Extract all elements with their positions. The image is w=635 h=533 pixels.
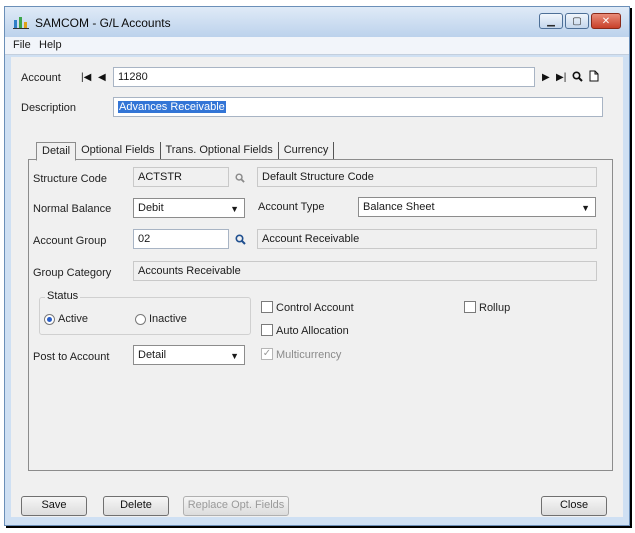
chevron-down-icon: ▼: [230, 351, 239, 361]
menu-help[interactable]: Help: [39, 39, 62, 51]
auto-allocation-label: Auto Allocation: [276, 325, 349, 337]
group-category-label: Group Category: [33, 267, 112, 279]
first-record-icon[interactable]: |◀: [81, 72, 91, 83]
control-account-checkbox[interactable]: [261, 301, 273, 313]
description-input[interactable]: Advances Receivable: [113, 97, 603, 117]
description-label: Description: [21, 102, 77, 114]
structure-code-field: ACTSTR: [133, 167, 229, 187]
new-document-icon[interactable]: [589, 70, 599, 82]
app-icon: [13, 17, 29, 29]
menu-file[interactable]: File: [13, 39, 31, 51]
rollup-label: Rollup: [479, 302, 511, 314]
normal-balance-value: Debit: [138, 202, 164, 214]
close-button[interactable]: Close: [541, 496, 607, 516]
status-active-label: Active: [58, 313, 88, 325]
structure-code-label: Structure Code: [33, 173, 107, 185]
form-content: Account |◀ ◀ 11280 ▶ ▶| Description Adva…: [11, 57, 623, 517]
window-title: SAMCOM - G/L Accounts: [35, 16, 171, 30]
account-group-input[interactable]: 02: [133, 229, 229, 249]
close-window-icon[interactable]: ✕: [591, 13, 621, 29]
status-group-title: Status: [45, 290, 81, 302]
tab-optional-fields[interactable]: Optional Fields: [76, 142, 161, 160]
control-account-label: Control Account: [276, 302, 354, 314]
previous-record-icon[interactable]: ◀: [98, 72, 106, 83]
last-record-icon[interactable]: ▶|: [556, 72, 566, 83]
account-type-label: Account Type: [258, 201, 325, 213]
account-label: Account: [21, 72, 61, 84]
account-group-label: Account Group: [33, 235, 107, 247]
menu-bar: File Help: [5, 37, 629, 55]
multicurrency-label: Multicurrency: [276, 349, 342, 361]
gl-accounts-window: SAMCOM - G/L Accounts ▁ ▢ ✕ File Help Ac…: [4, 6, 630, 526]
normal-balance-label: Normal Balance: [33, 203, 112, 215]
account-group-description: Account Receivable: [257, 229, 597, 249]
status-active-radio[interactable]: [44, 314, 55, 325]
structure-code-finder-icon: [235, 173, 245, 183]
tab-strip: Detail Optional Fields Trans. Optional F…: [36, 142, 335, 161]
account-input[interactable]: 11280: [113, 67, 535, 87]
description-selected-text: Advances Receivable: [118, 101, 226, 113]
post-to-account-value: Detail: [138, 349, 167, 361]
chevron-down-icon: ▼: [230, 204, 239, 214]
title-bar[interactable]: SAMCOM - G/L Accounts ▁ ▢ ✕: [5, 7, 629, 37]
maximize-icon[interactable]: ▢: [565, 13, 589, 29]
minimize-icon[interactable]: ▁: [539, 13, 563, 29]
next-record-icon[interactable]: ▶: [542, 72, 550, 83]
save-button[interactable]: Save: [21, 496, 87, 516]
auto-allocation-checkbox[interactable]: [261, 324, 273, 336]
rollup-checkbox[interactable]: [464, 301, 476, 313]
post-to-account-select[interactable]: Detail ▼: [133, 345, 245, 365]
finder-icon[interactable]: [572, 71, 583, 82]
account-type-select[interactable]: Balance Sheet ▼: [358, 197, 596, 217]
account-group-finder-icon[interactable]: [235, 234, 246, 245]
multicurrency-checkbox: ✓: [261, 348, 273, 360]
structure-code-description: Default Structure Code: [257, 167, 597, 187]
post-to-account-label: Post to Account: [33, 351, 110, 363]
status-inactive-radio[interactable]: [135, 314, 146, 325]
account-type-value: Balance Sheet: [363, 201, 435, 213]
group-category-field: Accounts Receivable: [133, 261, 597, 281]
tab-detail[interactable]: Detail: [36, 142, 77, 161]
replace-opt-fields-button: Replace Opt. Fields: [183, 496, 289, 516]
delete-button[interactable]: Delete: [103, 496, 169, 516]
status-inactive-label: Inactive: [149, 313, 187, 325]
normal-balance-select[interactable]: Debit ▼: [133, 198, 245, 218]
tab-currency[interactable]: Currency: [279, 142, 335, 160]
tab-trans-optional-fields[interactable]: Trans. Optional Fields: [161, 142, 279, 160]
chevron-down-icon: ▼: [581, 203, 590, 213]
